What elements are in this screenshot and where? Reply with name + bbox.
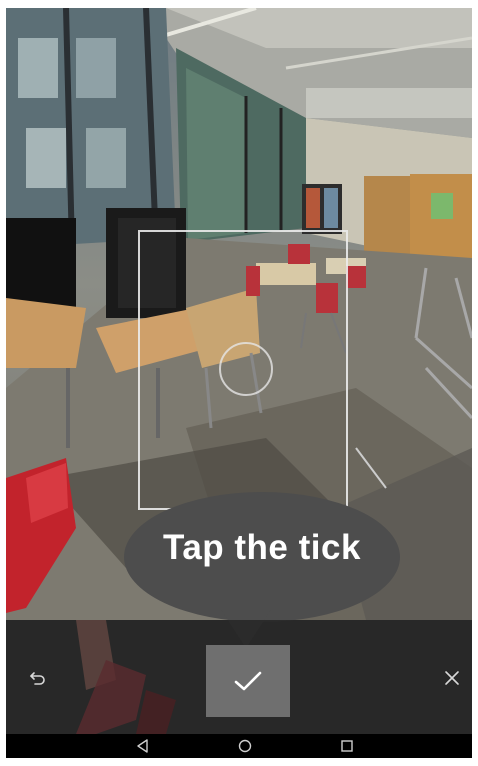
check-icon xyxy=(234,671,262,691)
nav-home-button[interactable] xyxy=(230,734,260,758)
back-triangle-icon xyxy=(137,739,148,753)
undo-icon xyxy=(30,672,45,685)
nav-recents-button[interactable] xyxy=(332,734,362,758)
confirm-capture-button[interactable] xyxy=(206,645,290,717)
close-icon xyxy=(445,671,459,685)
recents-square-icon xyxy=(341,740,353,752)
focus-target-ring xyxy=(219,342,273,396)
home-circle-icon xyxy=(238,739,252,753)
system-navigation-bar xyxy=(6,734,472,758)
control-bar-background-scene xyxy=(76,620,176,734)
capture-control-bar xyxy=(6,620,472,734)
hint-text: Tap the tick xyxy=(163,528,361,567)
undo-button[interactable] xyxy=(20,660,56,696)
close-button[interactable] xyxy=(434,660,470,696)
nav-back-button[interactable] xyxy=(128,734,158,758)
camera-screen: Tap the tick xyxy=(6,8,472,758)
